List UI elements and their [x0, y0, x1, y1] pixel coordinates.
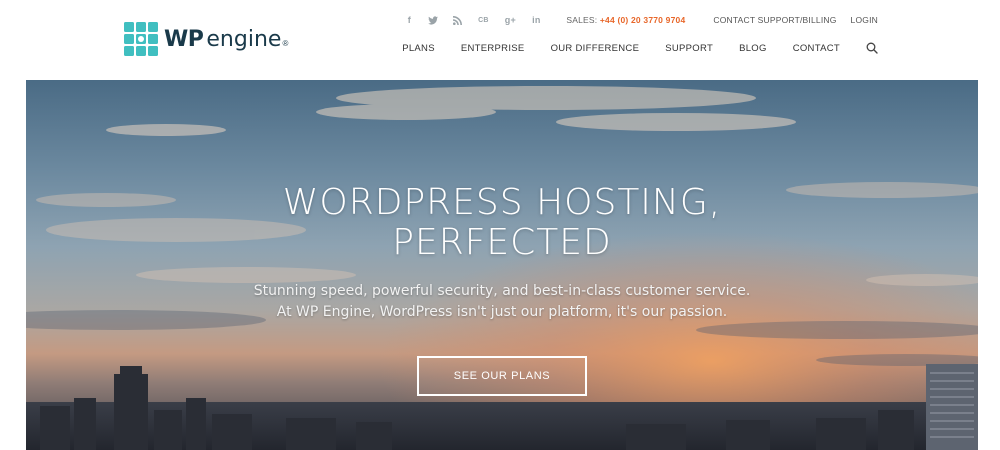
main-nav: PLANS ENTERPRISE OUR DIFFERENCE SUPPORT … — [376, 42, 878, 54]
nav-our-difference[interactable]: OUR DIFFERENCE — [551, 43, 640, 54]
logo-wp-text: WP — [164, 26, 204, 52]
hero-title-line-1: WORDPRESS HOSTING, — [282, 182, 722, 223]
see-our-plans-button[interactable]: SEE OUR PLANS — [417, 356, 587, 396]
wp-engine-logo[interactable]: WP engine ® — [124, 22, 294, 56]
hero-subtitle-line-2: At WP Engine, WordPress isn't just our p… — [276, 304, 728, 320]
logo-wordmark: WP engine ® — [164, 27, 288, 52]
login-link[interactable]: LOGIN — [851, 15, 878, 25]
linkedin-icon[interactable]: in — [530, 15, 542, 25]
twitter-icon[interactable] — [428, 15, 439, 25]
hero-subtitle-line-1: Stunning speed, powerful security, and b… — [253, 283, 751, 299]
sales-label: SALES: — [566, 15, 598, 25]
logo-engine-text: engine — [206, 26, 282, 52]
hero-banner: WORDPRESS HOSTING, PERFECTED Stunning sp… — [26, 80, 978, 450]
utility-bar: f CB g+ in SALES: +44 (0) 20 3770 9704 C… — [404, 12, 878, 28]
wp-engine-logo-icon — [124, 22, 158, 56]
nav-enterprise[interactable]: ENTERPRISE — [461, 43, 525, 54]
search-icon[interactable] — [866, 42, 878, 54]
rss-icon[interactable] — [452, 15, 462, 25]
logo-registered-mark: ® — [282, 38, 289, 48]
nav-plans[interactable]: PLANS — [402, 43, 435, 54]
social-links: f CB g+ in — [404, 15, 542, 25]
facebook-icon[interactable]: f — [404, 15, 414, 25]
contact-support-billing-link[interactable]: CONTACT SUPPORT/BILLING — [713, 15, 836, 25]
site-header: WP engine ® f CB g+ in SALES: +44 (0) 20… — [0, 0, 1000, 80]
sales-contact: SALES: +44 (0) 20 3770 9704 — [566, 15, 685, 25]
nav-contact[interactable]: CONTACT — [793, 43, 840, 54]
sales-phone-link[interactable]: +44 (0) 20 3770 9704 — [600, 15, 686, 25]
nav-blog[interactable]: BLOG — [739, 43, 767, 54]
google-plus-icon[interactable]: g+ — [504, 15, 516, 25]
hero-title-line-2: PERFECTED — [392, 222, 612, 263]
hero-subtitle: Stunning speed, powerful security, and b… — [26, 281, 978, 323]
nav-support[interactable]: SUPPORT — [665, 43, 713, 54]
cb-icon[interactable]: CB — [476, 15, 490, 25]
hero-title: WORDPRESS HOSTING, PERFECTED — [26, 183, 978, 263]
